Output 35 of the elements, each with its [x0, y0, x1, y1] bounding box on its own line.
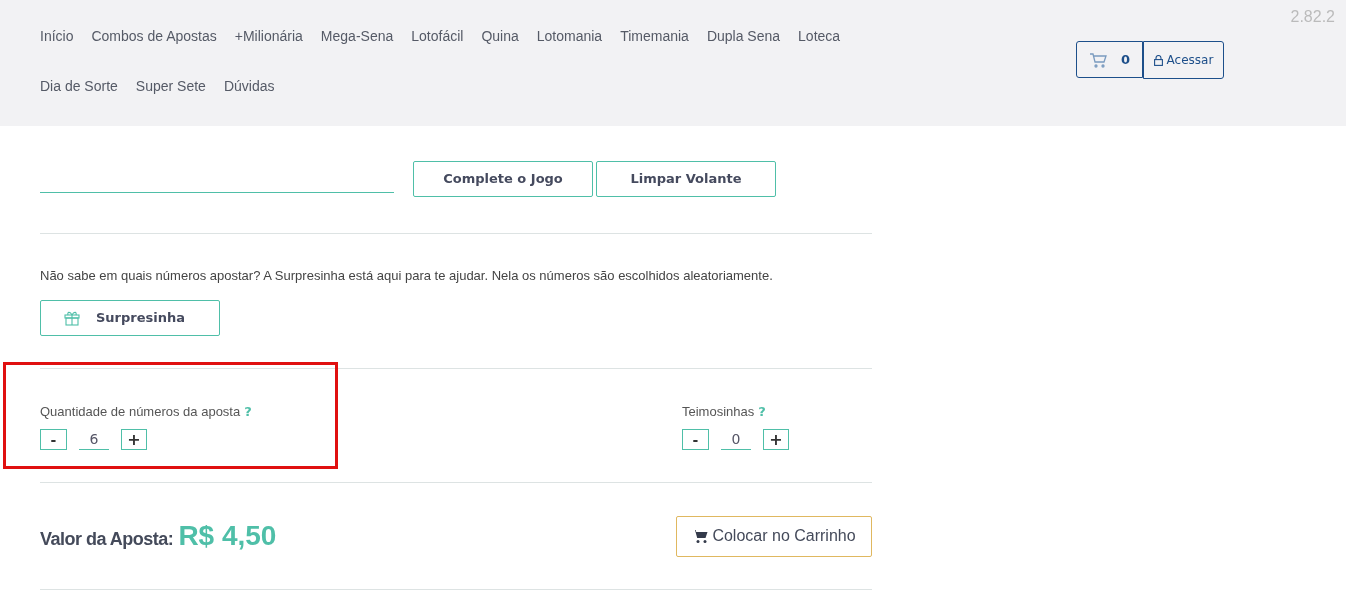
cart-icon	[692, 528, 709, 544]
increment-button[interactable]: +	[763, 429, 789, 450]
nav-link[interactable]: Timemania	[620, 24, 689, 48]
nav-link[interactable]: Início	[40, 24, 74, 48]
nav-link[interactable]: Quina	[481, 24, 519, 48]
nav-link[interactable]: Super Sete	[135, 74, 206, 98]
nav-link[interactable]: Dupla Sena	[706, 24, 781, 48]
login-button[interactable]: Acessar	[1143, 41, 1224, 79]
price-value: R$ 4,50	[178, 519, 277, 553]
surprise-description: Não sabe em quais números apostar? A Surpresinha está aqui para te ajudar. Nela os números são escolhidos aleatoriamente.	[40, 267, 774, 285]
decrement-button[interactable]: -	[40, 429, 67, 450]
nav-link[interactable]: Combos de Apostas	[91, 24, 217, 48]
count-field[interactable]: 6	[79, 429, 109, 450]
nav-link[interactable]: Lotomania	[536, 24, 603, 48]
version-label: 2.82.2	[1290, 7, 1335, 27]
nav-link[interactable]: Lotofácil	[411, 24, 464, 48]
add-to-cart-button[interactable]: Colocar no Carrinho	[676, 515, 872, 557]
cart-button[interactable]: 0	[1076, 41, 1143, 78]
action-button[interactable]: Complete o Jogo	[413, 161, 593, 197]
decrement-button[interactable]: -	[682, 429, 709, 450]
surprise-button[interactable]: Surpresinha	[40, 299, 220, 336]
lock-icon	[1153, 54, 1163, 66]
counter-label: Teimosinhas	[682, 402, 755, 421]
cart-icon	[1088, 51, 1107, 68]
gift-icon	[64, 309, 80, 326]
nav-link[interactable]: Dúvidas	[223, 74, 275, 98]
nav-link[interactable]: Mega-Sena	[320, 24, 394, 48]
price-label: Valor da Aposta:	[40, 528, 174, 551]
nav-link[interactable]: +Milionária	[234, 24, 303, 48]
nav-link[interactable]: Loteca	[798, 24, 841, 48]
action-button[interactable]: Limpar Volante	[596, 161, 776, 197]
counter-label: Quantidade de números da aposta	[40, 402, 241, 421]
nav-link[interactable]: Dia de Sorte	[40, 74, 118, 98]
increment-button[interactable]: +	[121, 429, 147, 450]
count-field[interactable]: 0	[721, 429, 751, 450]
